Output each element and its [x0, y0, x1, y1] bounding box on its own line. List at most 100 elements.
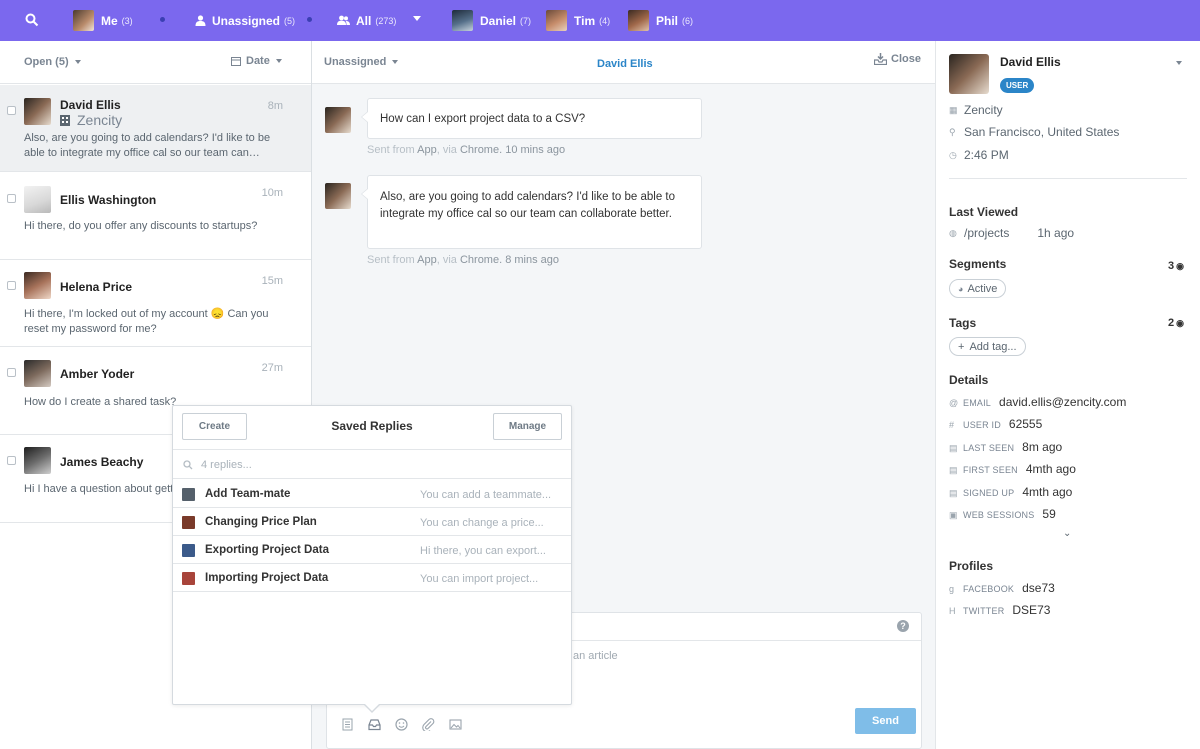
filter-daniel-count: (7) [520, 15, 532, 26]
plus-icon: + [958, 340, 965, 353]
filter-unassigned-count: (5) [284, 15, 296, 26]
reply-author-icon [182, 516, 195, 529]
close-button[interactable]: Close [874, 53, 921, 65]
reply-author-icon [182, 488, 195, 501]
list-item[interactable]: David Ellis Zencity 8m Also, are you goi… [0, 85, 311, 172]
status-filter-dropdown[interactable]: Open (5) [24, 56, 81, 68]
profile-value[interactable]: DSE73 [1012, 603, 1050, 617]
saved-reply-item[interactable]: Importing Project Data You can import pr… [173, 564, 571, 592]
segments-count[interactable]: 3 ◉ [1168, 260, 1184, 272]
saved-reply-item[interactable]: Exporting Project Data Hi there, you can… [173, 536, 571, 564]
add-tag-button[interactable]: + Add tag... [949, 337, 1026, 356]
profiles-heading: Profiles [949, 559, 994, 573]
last-viewed-heading: Last Viewed [949, 205, 1019, 219]
filter-daniel-label: Daniel [480, 13, 517, 28]
conversation-header: Unassigned David Ellis Close [312, 41, 935, 84]
checkbox[interactable] [7, 106, 16, 115]
saved-replies-icon[interactable] [368, 718, 381, 731]
avatar [24, 360, 51, 387]
filter-me-count: (3) [121, 15, 133, 26]
search-icon [183, 460, 193, 470]
filter-all[interactable]: All (273) [337, 0, 396, 41]
profile-value[interactable]: dse73 [1022, 581, 1055, 595]
calendar-icon [231, 57, 241, 66]
tags-heading: Tags [949, 316, 977, 330]
list-item[interactable]: Ellis Washington 10m Hi there, do you of… [0, 172, 311, 260]
reply-title: Add Team-mate [205, 488, 291, 500]
conversation-time: 27m [261, 362, 283, 374]
search-icon[interactable] [25, 13, 39, 27]
emoji-icon[interactable] [395, 718, 408, 731]
assignee-dropdown[interactable]: Unassigned [324, 56, 399, 68]
attachment-icon[interactable] [422, 718, 435, 733]
filter-all-count: (273) [375, 15, 397, 26]
building-icon: ▦ [949, 104, 958, 115]
meta-via: , via [436, 144, 457, 156]
saved-reply-item[interactable]: Changing Price Plan You can change a pri… [173, 508, 571, 536]
image-icon[interactable] [449, 718, 462, 731]
expand-details-icon[interactable]: ⌄ [1063, 528, 1071, 539]
profile-name: David Ellis [1000, 55, 1061, 69]
filter-phil-count: (6) [682, 15, 694, 26]
calendar-icon: ▤ [949, 488, 958, 498]
segment-pill[interactable]: ◕ Active [949, 279, 1007, 298]
company-name: Zencity [77, 112, 123, 128]
checkbox[interactable] [7, 456, 16, 465]
location-pin-icon: ⚲ [949, 126, 956, 137]
checkbox[interactable] [7, 281, 16, 290]
detail-row: @ EMAIL david.ellis@zencity.com [949, 395, 1126, 409]
detail-row: # USER ID 62555 [949, 417, 1042, 431]
reply-preview: You can change a price... [420, 517, 544, 529]
message-text: Also, are you going to add calendars? I'… [380, 191, 676, 220]
profile-row: H TWITTER DSE73 [949, 603, 1050, 617]
time-value: 2:46 PM [964, 148, 1009, 162]
saved-reply-item[interactable]: Add Team-mate You can add a teammate... [173, 480, 571, 508]
manage-button[interactable]: Manage [493, 413, 562, 440]
detail-value: 59 [1042, 507, 1056, 521]
team-dropdown-caret[interactable] [413, 16, 421, 21]
saved-replies-popup: Create Saved Replies Manage 4 replies...… [172, 405, 572, 713]
checkbox[interactable] [7, 194, 16, 203]
filter-phil[interactable]: Phil (6) [628, 0, 693, 41]
filter-daniel[interactable]: Daniel (7) [452, 0, 531, 41]
avatar [24, 272, 51, 299]
calendar-icon: ▤ [949, 443, 958, 453]
sort-dropdown[interactable]: Date [231, 55, 282, 67]
chevron-down-icon[interactable] [1176, 61, 1182, 65]
last-viewed-page[interactable]: /projects [964, 226, 1009, 240]
filter-unassigned[interactable]: Unassigned (5) [195, 0, 295, 41]
avatar [452, 10, 473, 31]
reply-preview: Hi there, you can export... [420, 545, 546, 557]
help-icon[interactable]: ? [897, 620, 909, 632]
sort-label: Date [246, 55, 270, 67]
globe-icon: ◍ [949, 227, 957, 238]
meta-prefix: Sent from [367, 254, 415, 266]
send-button[interactable]: Send [855, 708, 916, 734]
conversation-title[interactable]: David Ellis [597, 58, 653, 70]
checkbox[interactable] [7, 368, 16, 377]
conversation-company: Zencity [60, 112, 122, 128]
twitter-icon: H [949, 606, 956, 616]
meta-via: , via [436, 254, 457, 266]
composer-hint: an article [573, 650, 618, 662]
last-viewed-ago: 1h ago [1037, 226, 1075, 240]
facebook-icon: g [949, 584, 955, 594]
reply-title: Changing Price Plan [205, 516, 317, 528]
conversation-time: 8m [267, 100, 283, 112]
message-meta: Sent from App, via Chrome. 10 mins ago [367, 144, 565, 156]
tags-count[interactable]: 2 ◉ [1168, 317, 1184, 329]
detail-key: LAST SEEN [963, 443, 1015, 453]
reply-author-icon [182, 572, 195, 585]
list-item[interactable]: Helena Price 15m Hi there, I'm locked ou… [0, 260, 311, 347]
message-bubble: How can I export project data to a CSV? [361, 98, 702, 139]
assignee-label: Unassigned [324, 56, 387, 68]
segment-label: Active [967, 282, 998, 295]
note-icon[interactable] [341, 718, 354, 731]
building-icon [60, 114, 70, 126]
filter-phil-label: Phil [656, 13, 679, 28]
saved-replies-search[interactable]: 4 replies... [173, 449, 571, 479]
clock-icon: ◷ [949, 149, 957, 160]
filter-me[interactable]: Me (3) [73, 0, 133, 41]
avatar [628, 10, 649, 31]
filter-tim[interactable]: Tim (4) [546, 0, 610, 41]
